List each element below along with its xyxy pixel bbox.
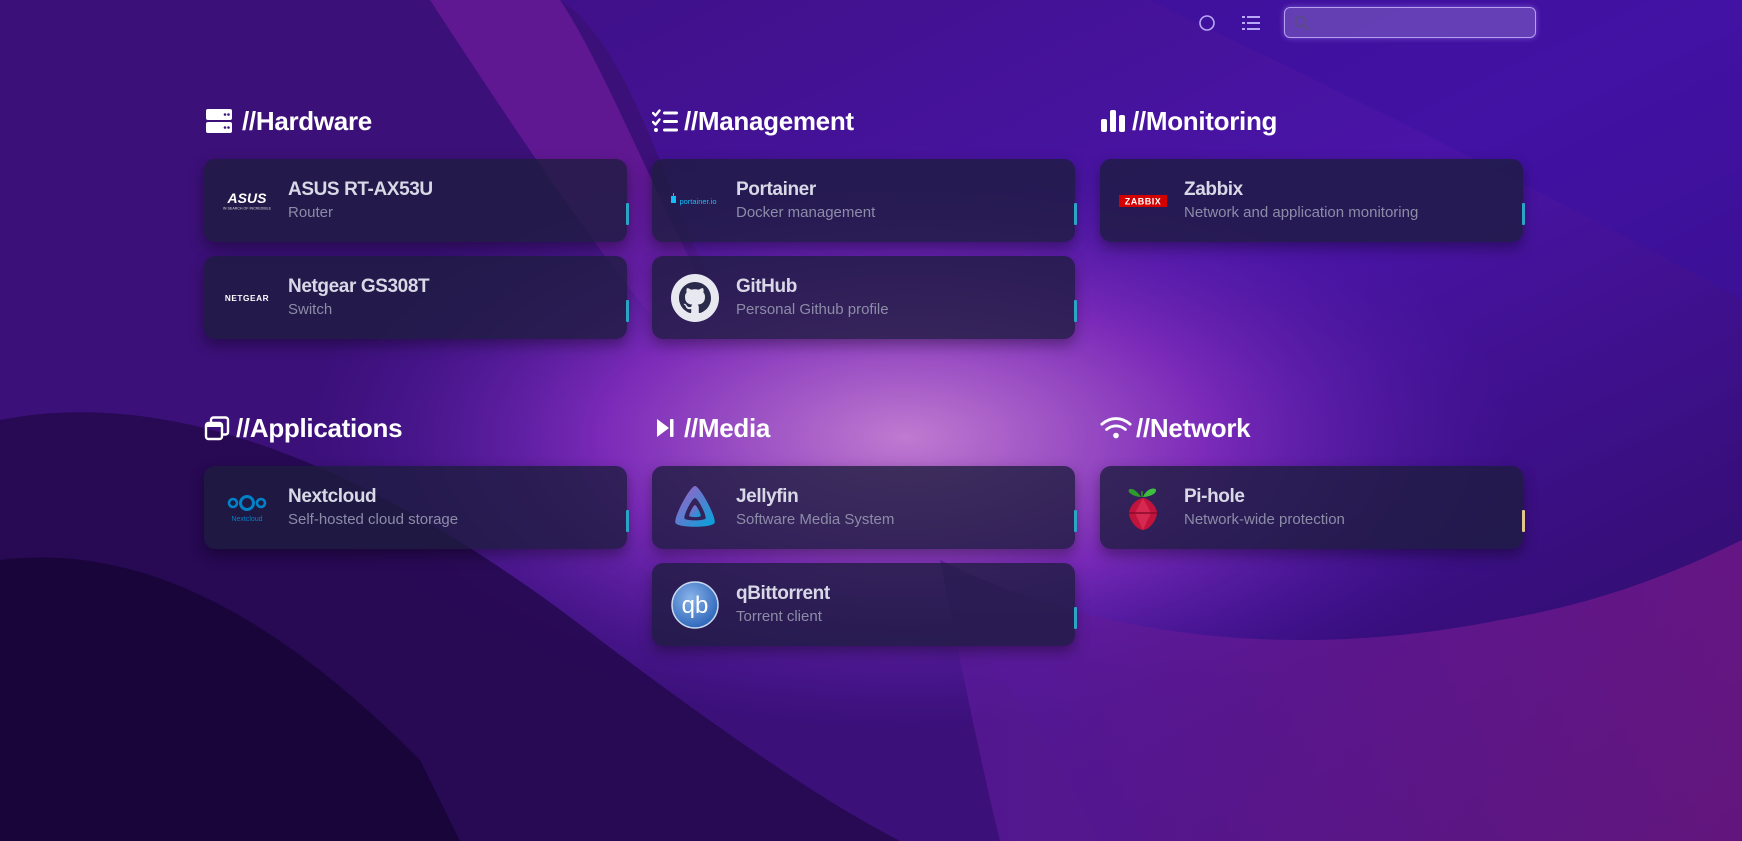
- service-name: Nextcloud: [288, 486, 377, 507]
- checklist-icon: [652, 106, 678, 136]
- group-title-management: //Management: [652, 101, 1077, 141]
- status-indicator: [1074, 607, 1077, 629]
- service-card-github[interactable]: GitHub Personal Github profile: [652, 256, 1077, 339]
- github-logo: [670, 273, 720, 323]
- group-title-monitoring: //Monitoring: [1100, 101, 1525, 141]
- layout-toggle-button[interactable]: [1240, 12, 1262, 34]
- group-title-hardware: //Hardware: [204, 101, 629, 141]
- group-title-network: //Network: [1100, 408, 1525, 448]
- service-description: Router: [288, 204, 334, 221]
- service-description: Network-wide protection: [1184, 511, 1345, 528]
- service-name: Zabbix: [1184, 179, 1243, 200]
- windows-icon: [204, 413, 230, 443]
- group-heading: //Media: [684, 412, 771, 443]
- svg-text:IN SEARCH OF INCREDIBLE: IN SEARCH OF INCREDIBLE: [223, 207, 272, 211]
- service-name: qBittorrent: [736, 583, 830, 604]
- status-indicator: [626, 510, 629, 532]
- bar-chart-icon: [1100, 106, 1126, 136]
- service-name: Jellyfin: [736, 486, 799, 507]
- svg-text:portainer.io: portainer.io: [679, 197, 716, 206]
- group-heading: //Monitoring: [1132, 105, 1278, 136]
- service-name: Pi-hole: [1184, 486, 1245, 507]
- status-indicator: [1074, 510, 1077, 532]
- service-card-asus[interactable]: ASUS IN SEARCH OF INCREDIBLE ASUS RT-AX53…: [204, 159, 629, 242]
- service-description: Switch: [288, 301, 333, 318]
- service-description: Software Media System: [736, 511, 895, 528]
- zabbix-logo: ZABBIX: [1118, 176, 1168, 226]
- group-management: //Management portainer.io Portainer Dock…: [652, 101, 1077, 339]
- service-card-qbittorrent[interactable]: qb qBittorrent Torrent client: [652, 563, 1077, 646]
- group-title-media: //Media: [652, 408, 1077, 448]
- group-media: //Media Jellyfin Software Media System q…: [652, 408, 1077, 646]
- status-indicator: [626, 203, 629, 225]
- status-indicator: [1522, 203, 1525, 225]
- svg-text:Nextcloud: Nextcloud: [231, 516, 262, 523]
- svg-text:ZABBIX: ZABBIX: [1125, 197, 1162, 207]
- circle-icon: [1199, 15, 1215, 31]
- service-description: Self-hosted cloud storage: [288, 511, 459, 528]
- svg-text:ASUS: ASUS: [227, 190, 268, 206]
- service-name: Netgear GS308T: [288, 276, 430, 297]
- status-indicator: [1074, 300, 1077, 322]
- group-heading: //Management: [684, 105, 854, 136]
- asus-logo: ASUS IN SEARCH OF INCREDIBLE: [222, 176, 272, 226]
- service-card-portainer[interactable]: portainer.io Portainer Docker management: [652, 159, 1077, 242]
- netgear-logo: NETGEAR: [222, 273, 272, 323]
- theme-toggle-button[interactable]: [1196, 12, 1218, 34]
- group-applications: //Applications Nextcloud Nextcloud Self-…: [204, 408, 629, 549]
- svg-text:NETGEAR: NETGEAR: [225, 294, 269, 303]
- group-heading: //Network: [1136, 412, 1251, 443]
- portainer-logo: portainer.io: [670, 176, 720, 226]
- group-network: //Network Pi-hole Network-wide protectio…: [1100, 408, 1525, 549]
- qbittorrent-logo: qb: [670, 580, 720, 630]
- server-icon: [204, 106, 234, 136]
- wifi-icon: [1100, 413, 1132, 443]
- top-toolbar: [0, 0, 1742, 48]
- search-icon: [1294, 15, 1310, 31]
- svg-text:qb: qb: [682, 592, 709, 619]
- search-box[interactable]: [1284, 7, 1536, 38]
- group-heading: //Applications: [236, 412, 403, 443]
- service-card-netgear[interactable]: NETGEAR Netgear GS308T Switch: [204, 256, 629, 339]
- jellyfin-logo: [670, 483, 720, 533]
- service-description: Torrent client: [736, 608, 822, 625]
- service-name: Portainer: [736, 179, 816, 200]
- service-card-pihole[interactable]: Pi-hole Network-wide protection: [1100, 466, 1525, 549]
- search-input[interactable]: [1317, 11, 1531, 35]
- play-next-icon: [652, 413, 678, 443]
- status-indicator: [626, 300, 629, 322]
- group-title-applications: //Applications: [204, 408, 629, 448]
- nextcloud-logo: Nextcloud: [222, 483, 272, 533]
- status-indicator: [1074, 203, 1077, 225]
- status-indicator: [1522, 510, 1525, 532]
- service-description: Docker management: [736, 204, 876, 221]
- group-hardware: //Hardware ASUS IN SEARCH OF INCREDIBLE A…: [204, 101, 629, 339]
- service-card-jellyfin[interactable]: Jellyfin Software Media System: [652, 466, 1077, 549]
- group-heading: //Hardware: [242, 105, 372, 136]
- service-description: Network and application monitoring: [1184, 204, 1419, 221]
- list-icon: [1242, 16, 1260, 30]
- service-card-zabbix[interactable]: ZABBIX Zabbix Network and application mo…: [1100, 159, 1525, 242]
- service-card-nextcloud[interactable]: Nextcloud Nextcloud Self-hosted cloud st…: [204, 466, 629, 549]
- group-monitoring: //Monitoring ZABBIX Zabbix Network and a…: [1100, 101, 1525, 242]
- service-name: ASUS RT-AX53U: [288, 179, 433, 200]
- service-description: Personal Github profile: [736, 301, 889, 318]
- pihole-logo: [1118, 483, 1168, 533]
- service-name: GitHub: [736, 276, 797, 297]
